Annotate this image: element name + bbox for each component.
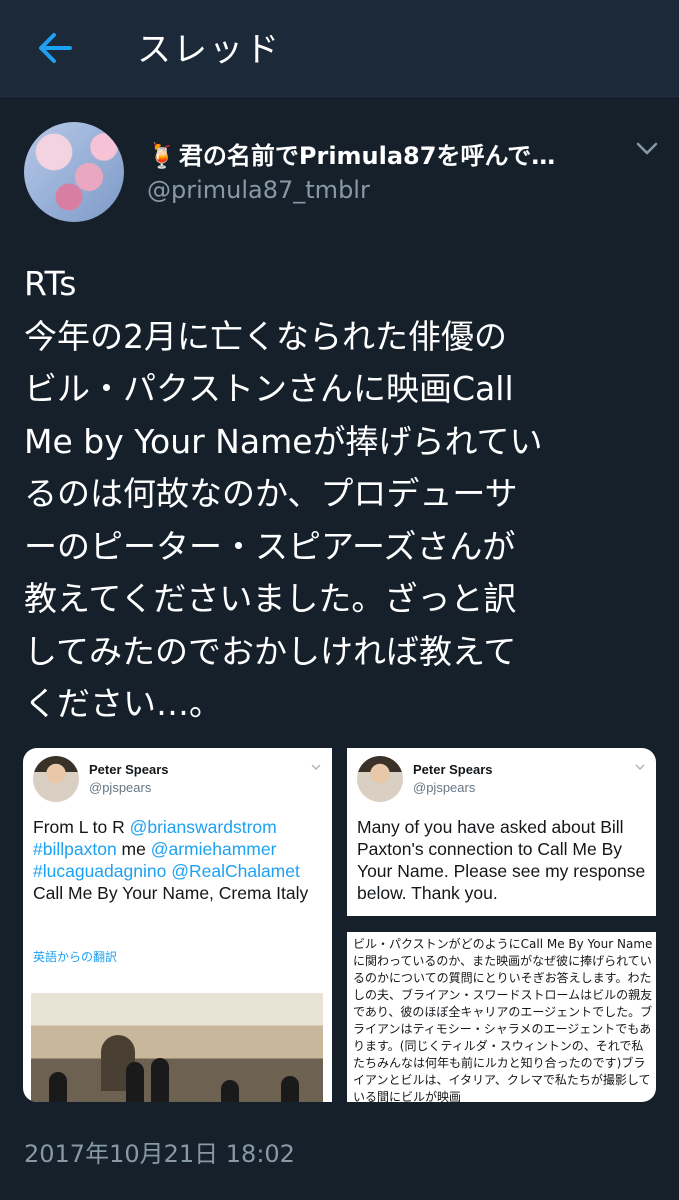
tweet-line: Me by Your Nameが捧げられてい xyxy=(24,421,543,461)
text: me xyxy=(116,839,151,859)
text: Call Me By Your Name, Crema Italy xyxy=(33,883,309,903)
chevron-down-icon xyxy=(635,764,645,771)
attached-image-3[interactable]: ビル・パクストンがどのようにCall Me By Your Nameに関わってい… xyxy=(347,932,656,1102)
top-bar: スレッド xyxy=(0,0,679,99)
back-button[interactable] xyxy=(30,22,82,74)
hashtag-link: #lucaguadagnino xyxy=(33,861,167,881)
chevron-down-icon xyxy=(636,142,658,155)
photo-person xyxy=(281,1076,299,1102)
embedded-tweet-text: Many of you have asked about Bill Paxton… xyxy=(357,817,646,903)
author-handle[interactable]: @primula87_tmblr xyxy=(147,176,370,204)
attached-image-2[interactable]: Peter Spears @pjspears Many of you have … xyxy=(347,748,656,916)
hashtag-link: #billpaxton xyxy=(33,839,117,859)
embedded-author-name: Peter Spears xyxy=(89,762,169,777)
tweet-line: ください…。 xyxy=(24,684,222,723)
author-name[interactable]: 🍹君の名前でPrimula87を呼んで… xyxy=(147,136,597,171)
tweet-line: してみたのでおかしければ教えて xyxy=(24,631,517,671)
embedded-photo xyxy=(31,993,323,1102)
photo-person xyxy=(221,1080,239,1102)
arrow-left-icon xyxy=(39,33,72,63)
tweet-line: ーのピーター・スピアーズさんが xyxy=(24,526,516,566)
embedded-author-handle: @pjspears xyxy=(413,780,476,795)
embedded-author-name: Peter Spears xyxy=(413,762,493,777)
author-name-text: 君の名前でPrimula87を呼んで… xyxy=(178,142,556,170)
mention-link: @brianswardstrom xyxy=(129,817,277,837)
tweet-line: RTs xyxy=(24,264,77,303)
avatar xyxy=(33,756,79,802)
avatar[interactable] xyxy=(24,122,124,222)
tweet-timestamp: 2017年10月21日 18:02 xyxy=(24,1140,295,1168)
page-title: スレッド xyxy=(137,30,281,70)
tweet-line: 今年の2月に亡くなられた俳優の xyxy=(24,316,507,356)
photo-person xyxy=(49,1072,67,1102)
avatar xyxy=(357,756,403,802)
attached-image-1[interactable]: Peter Spears @pjspears From L to R @bria… xyxy=(23,748,332,1102)
translate-link: 英語からの翻訳 xyxy=(33,950,118,964)
tweet-line: ビル・パクストンさんに映画Call xyxy=(24,369,514,408)
tweet-text: RTs 今年の2月に亡くなられた俳優の ビル・パクストンさんに映画Call Me… xyxy=(24,258,664,731)
embedded-translation-text: ビル・パクストンがどのようにCall Me By Your Nameに関わってい… xyxy=(353,937,653,1102)
photo-person xyxy=(151,1058,169,1102)
mention-link: @armiehammer xyxy=(150,839,277,859)
chevron-down-icon xyxy=(311,764,321,771)
mention-link: @RealChalamet xyxy=(171,861,300,881)
photo-person xyxy=(126,1062,144,1102)
tweet-line: るのは何故なのか、プロデューサ xyxy=(24,474,518,513)
tweet-line: 教えてくださいました。ざっと訳 xyxy=(24,579,517,618)
more-options-button[interactable] xyxy=(632,136,662,162)
embedded-author-handle: @pjspears xyxy=(89,780,152,795)
text: From L to R xyxy=(33,817,130,837)
cocktail-icon: 🍹 xyxy=(147,142,177,170)
embedded-tweet-text: From L to R @brianswardstrom #billpaxton… xyxy=(33,816,325,904)
